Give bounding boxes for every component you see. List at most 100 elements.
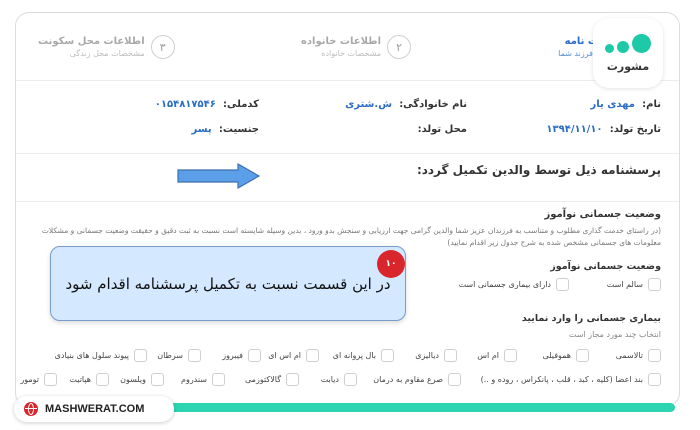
checkbox[interactable] — [448, 373, 461, 386]
option-label: ویلسون — [120, 375, 146, 384]
disease-option[interactable]: تومور — [20, 373, 57, 386]
diseases-title: بیماری جسمانی را وارد نمایید — [521, 313, 661, 324]
option-label: تومور — [20, 375, 39, 384]
disease-option[interactable]: صرع مقاوم به درمان — [373, 373, 461, 386]
site-url: MASHWERAT.COM — [45, 403, 145, 415]
option-label: ام اس — [477, 351, 499, 360]
checkbox[interactable] — [381, 349, 394, 362]
logo-wordmark: مشورت — [606, 59, 650, 73]
divider — [16, 153, 679, 154]
site-badge[interactable]: MASHWERAT.COM — [14, 396, 174, 422]
option-label: هپاتیت — [69, 375, 91, 384]
step-number: ۳ — [150, 35, 175, 59]
checkbox[interactable] — [648, 373, 661, 386]
info-label: محل تولد: — [417, 124, 467, 135]
checkbox[interactable] — [44, 373, 57, 386]
disease-option[interactable]: ویلسون — [120, 373, 164, 386]
disease-option[interactable]: سندروم — [181, 373, 225, 386]
option-label: صرع مقاوم به درمان — [373, 375, 443, 384]
option-label: بند اعضا (کلیه ، کبد ، قلب ، پانکراس ، ر… — [480, 375, 643, 384]
brand-band — [170, 403, 675, 412]
checkbox[interactable] — [286, 373, 299, 386]
option-has-illness[interactable]: دارای بیماری جسمانی است — [459, 278, 569, 291]
checkbox[interactable] — [248, 349, 261, 362]
disease-option[interactable]: هموفیلی — [542, 349, 589, 362]
step-subtitle: مشخصات خانواده — [321, 49, 382, 58]
checkbox[interactable] — [648, 278, 661, 291]
info-value: مهدی یار — [590, 99, 635, 110]
checkbox[interactable] — [188, 349, 201, 362]
info-label: نام خانوادگی: — [399, 99, 467, 110]
step-title: اطلاعات محل سکونت — [38, 36, 145, 47]
option-label: تالاسمی — [615, 351, 643, 360]
info-label: تاریخ تولد: — [609, 124, 661, 135]
globe-icon — [24, 402, 38, 416]
health-status-title: وضعیت جسمانی نوآموز — [550, 261, 661, 272]
brand-logo: مشورت — [593, 18, 663, 88]
checkbox[interactable] — [212, 373, 225, 386]
disease-option[interactable]: بال پروانه ای — [333, 349, 394, 362]
info-label: کدملی: — [223, 99, 259, 110]
info-value: ۱۳۹۴/۱۱/۱۰ — [546, 124, 603, 135]
disease-option[interactable]: تالاسمی — [616, 349, 661, 362]
step-subtitle: مشخصات محل زندگی — [69, 49, 145, 58]
section-title: وضعیت جسمانی نوآموز — [544, 209, 661, 220]
info-birth-place: محل تولد: — [414, 124, 467, 135]
step-residence-info[interactable]: ۳ اطلاعات محل سکونت مشخصات محل زندگی — [38, 35, 175, 59]
option-label: فیبروز — [222, 351, 243, 360]
disease-option[interactable]: سرطان — [157, 349, 201, 362]
disease-option[interactable]: دیابت — [321, 373, 357, 386]
checkbox[interactable] — [576, 349, 589, 362]
checkbox[interactable] — [306, 349, 319, 362]
info-value: پسر — [191, 124, 212, 135]
logo-dots-icon — [605, 33, 651, 56]
info-gender: جنسیت: پسر — [192, 124, 259, 135]
info-label: نام: — [642, 99, 661, 110]
option-label: سرطان — [157, 351, 183, 360]
info-value: ش.شتری — [345, 99, 392, 110]
divider — [16, 201, 679, 202]
disease-option[interactable]: بند اعضا (کلیه ، کبد ، قلب ، پانکراس ، ر… — [481, 373, 661, 386]
option-label: دیالیزی — [415, 351, 439, 360]
step-family-info[interactable]: ۲ اطلاعات خانواده مشخصات خانواده — [301, 35, 412, 59]
option-label: دیابت — [320, 375, 339, 384]
step-number: ۲ — [387, 35, 412, 59]
info-birth-date: تاریخ تولد: ۱۳۹۴/۱۱/۱۰ — [546, 124, 661, 135]
checkbox[interactable] — [344, 373, 357, 386]
step-title: اطلاعات خانواده — [301, 36, 382, 47]
option-label: ام اس ای — [268, 351, 301, 360]
option-label: دارای بیماری جسمانی است — [458, 280, 551, 289]
diseases-note: انتخاب چند مورد مجاز است — [568, 330, 661, 339]
info-name: نام: مهدی یار — [590, 99, 661, 110]
disease-option[interactable]: دیالیزی — [415, 349, 457, 362]
checkbox[interactable] — [134, 349, 147, 362]
option-label: پیوند سلول های بنیادی — [54, 351, 129, 360]
checkbox[interactable] — [504, 349, 517, 362]
info-value: ۰۱۵۴۸۱۷۵۴۶ — [154, 99, 216, 110]
callout-text: در این قسمت نسبت به تکمیل پرسشنامه اقدام… — [65, 274, 391, 293]
disease-option[interactable]: گالاکتوزمی — [245, 373, 299, 386]
info-national-code: کدملی: ۰۱۵۴۸۱۷۵۴۶ — [155, 99, 259, 110]
checkbox[interactable] — [96, 373, 109, 386]
disease-option[interactable]: هپاتیت — [69, 373, 109, 386]
option-label: سندروم — [181, 375, 207, 384]
option-label: بال پروانه ای — [332, 351, 376, 360]
option-healthy[interactable]: سالم است — [607, 278, 661, 291]
questionnaire-instruction: پرسشنامه ذیل توسط والدین تکمیل گردد: — [416, 163, 661, 177]
checkbox[interactable] — [648, 349, 661, 362]
checkbox[interactable] — [444, 349, 457, 362]
tutorial-callout: در این قسمت نسبت به تکمیل پرسشنامه اقدام… — [50, 246, 406, 321]
option-label: هموفیلی — [542, 351, 571, 360]
info-family: نام خانوادگی: ش.شتری — [345, 99, 467, 110]
disease-option[interactable]: ام اس — [477, 349, 517, 362]
arrow-right-icon — [177, 162, 261, 190]
disease-option[interactable]: پیوند سلول های بنیادی — [55, 349, 147, 362]
step-badge: ۱۰ — [377, 250, 405, 278]
disease-option[interactable]: فیبروز — [222, 349, 261, 362]
checkbox[interactable] — [556, 278, 569, 291]
checkbox[interactable] — [151, 373, 164, 386]
option-label: گالاکتوزمی — [245, 375, 281, 384]
form-card: ۱ اطلاعات نامه مشخصات فرزند شما ۲ اطلاعا… — [15, 12, 680, 407]
info-label: جنسیت: — [218, 124, 259, 135]
disease-option[interactable]: ام اس ای — [268, 349, 319, 362]
